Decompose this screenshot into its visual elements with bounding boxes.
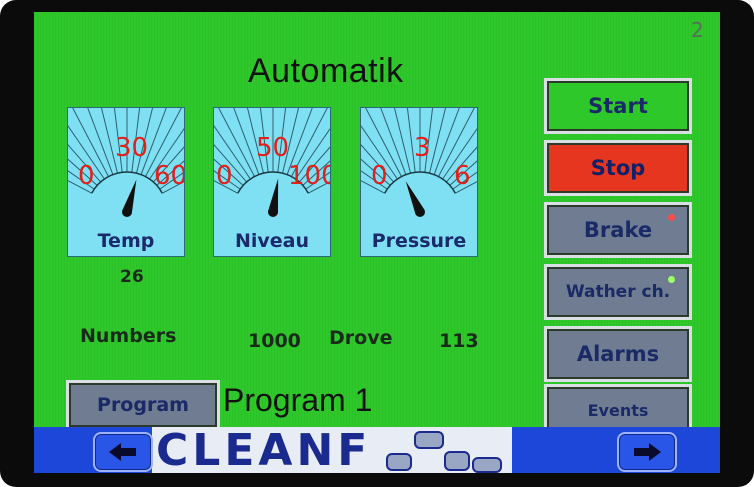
logo-graphic-part <box>472 457 502 473</box>
arrow-left-icon <box>109 443 136 461</box>
pressure-scale-mid: 3 <box>414 133 431 163</box>
page-number: 2 <box>691 18 704 42</box>
niveau-gauge: 0 50 100 Niveau <box>213 107 331 257</box>
temp-scale-max: 60 <box>154 161 185 191</box>
niveau-scale-max: 100 <box>288 161 330 191</box>
hmi-screen: 2 Automatik 0 30 60 Temp 0 50 100 Niveau… <box>34 12 720 464</box>
numbers-value: 1000 <box>248 330 301 352</box>
gauge-tick <box>429 108 447 174</box>
wather-status-indicator <box>668 276 675 283</box>
drove-value: 113 <box>439 330 479 352</box>
pressure-scale-max: 6 <box>454 161 471 191</box>
gauge-tick <box>393 108 411 174</box>
program-name: Program 1 <box>223 382 373 418</box>
niveau-gauge-label: Niveau <box>234 230 310 252</box>
temp-scale-min: 0 <box>78 161 95 191</box>
temp-gauge-label: Temp <box>97 230 155 252</box>
screen-title: Automatik <box>248 52 404 90</box>
brake-button[interactable]: Brake <box>544 202 692 258</box>
brake-button-label: Brake <box>583 218 653 242</box>
pressure-gauge: 0 3 6 Pressure <box>360 107 478 257</box>
temp-gauge: 0 30 60 Temp <box>67 107 185 257</box>
logo-graphic-part <box>414 431 444 449</box>
next-page-button[interactable] <box>617 432 677 472</box>
pressure-scale-min: 0 <box>371 161 388 191</box>
temp-scale-mid: 30 <box>115 133 149 163</box>
logo-text: CLEANF <box>156 427 372 473</box>
arrow-right-icon <box>634 443 661 461</box>
start-button[interactable]: Start <box>544 78 692 134</box>
temp-readout: 26 <box>120 267 144 287</box>
pressure-gauge-label: Pressure <box>371 230 467 252</box>
wather-change-button[interactable]: Wather ch. <box>544 264 692 320</box>
logo-graphic-part <box>444 451 470 471</box>
gauge-needle-hub <box>268 207 278 217</box>
panel-bezel: 2 Automatik 0 30 60 Temp 0 50 100 Niveau… <box>0 0 754 487</box>
drove-label: Drove <box>329 327 393 349</box>
brand-logo: CLEANF <box>152 427 512 473</box>
gauge-needle-hub <box>415 207 425 217</box>
program-button[interactable]: Program <box>66 380 220 430</box>
alarms-button[interactable]: Alarms <box>544 326 692 382</box>
stop-button[interactable]: Stop <box>544 140 692 196</box>
numbers-label: Numbers <box>80 325 177 347</box>
niveau-scale-mid: 50 <box>256 133 290 163</box>
wather-change-button-label: Wather ch. <box>565 282 671 302</box>
gauge-needle-hub <box>122 207 132 217</box>
logo-graphic-part <box>386 453 412 471</box>
brake-status-indicator <box>668 214 675 221</box>
niveau-scale-min: 0 <box>216 161 233 191</box>
gauge-tick <box>100 108 118 174</box>
previous-page-button[interactable] <box>93 432 153 472</box>
